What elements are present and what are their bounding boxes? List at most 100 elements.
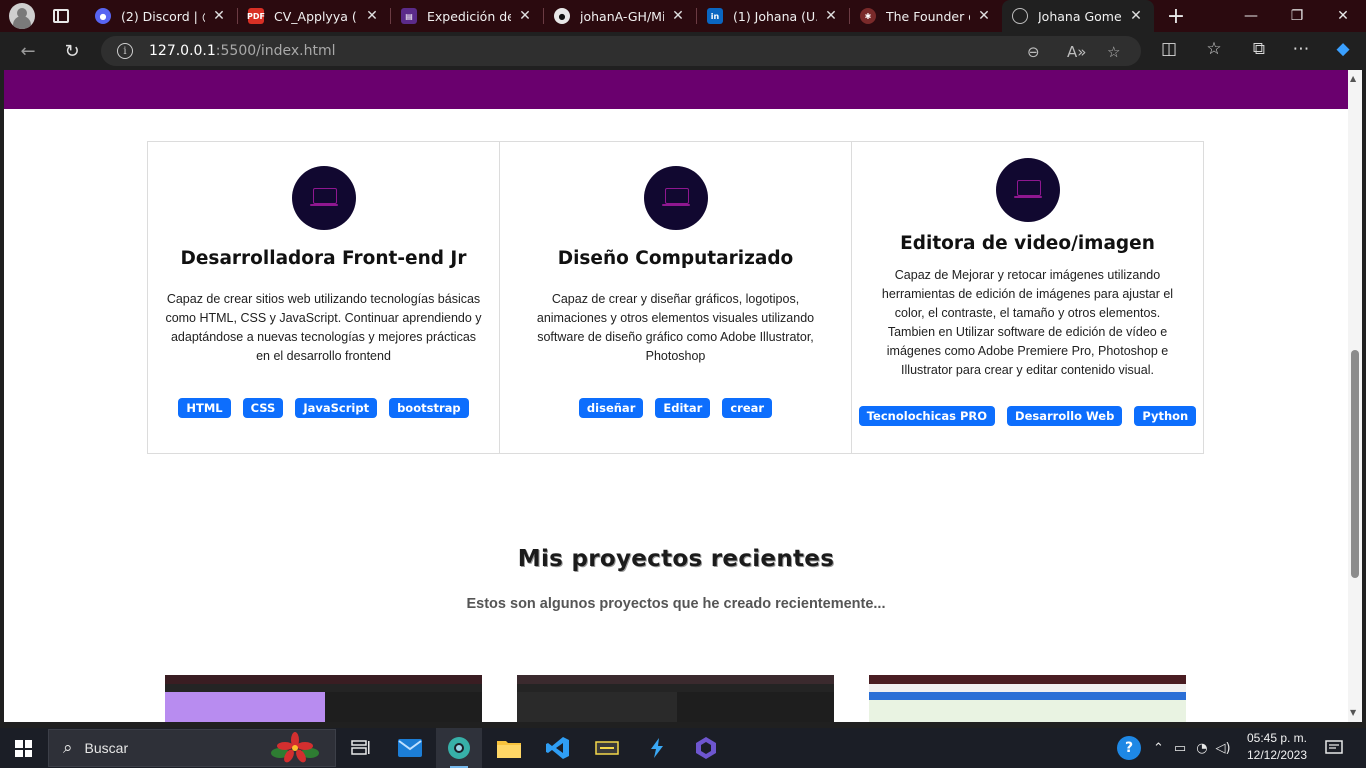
taskbar-clock[interactable]: 05:45 p. m. 12/12/2023 <box>1236 730 1318 764</box>
url-host: 127.0.0.1 <box>149 43 216 59</box>
profile-avatar[interactable] <box>9 3 35 29</box>
azure-data-studio-icon[interactable] <box>634 728 680 768</box>
projects-title: Mis proyectos recientes <box>517 546 835 572</box>
vscode-icon[interactable] <box>535 728 581 768</box>
badge: Python <box>1134 406 1197 426</box>
browser-tab[interactable]: PDF CV_Applyya (1).p ✕ <box>238 0 390 32</box>
gear-favicon-icon: ✱ <box>860 8 876 24</box>
restore-icon[interactable]: ❐ <box>1274 0 1320 32</box>
badge: diseñar <box>578 398 644 418</box>
notebook-icon: ▤ <box>401 8 417 24</box>
laptop-icon <box>291 166 356 230</box>
copilot-taskbar-icon[interactable] <box>683 728 729 768</box>
page-viewport: Desarrolladora Front-end Jr Capaz de cre… <box>4 70 1348 722</box>
scroll-up-icon[interactable]: ▲ <box>1350 74 1356 83</box>
task-view-icon[interactable] <box>337 728 383 768</box>
project-thumbnail[interactable] <box>165 675 482 722</box>
linkedin-icon: in <box>707 8 723 24</box>
badge: bootstrap <box>389 398 469 418</box>
split-screen-icon[interactable]: ◫ <box>1157 39 1181 59</box>
read-aloud-icon[interactable]: A» <box>1067 43 1086 61</box>
close-tab-icon[interactable]: ✕ <box>823 8 839 24</box>
browser-tab-strip: ● (2) Discord | @Br ✕ PDF CV_Applyya (1)… <box>0 0 1366 32</box>
card-description: Capaz de crear sitios web utilizando tec… <box>165 292 482 363</box>
card-badges: diseñar Editar crear <box>500 398 851 418</box>
card-badges: Tecnolochicas PRO Desarrollo Web Python <box>852 406 1203 426</box>
browser-tab-active[interactable]: Johana Gomez ✕ <box>1002 0 1154 32</box>
address-bar[interactable]: i 127.0.0.1:5500/index.html ⊖ A» ☆ <box>101 36 1141 66</box>
skill-card: Editora de video/imagen Capaz de Mejorar… <box>851 141 1204 454</box>
laptop-icon <box>995 158 1060 222</box>
close-tab-icon[interactable]: ✕ <box>976 8 992 24</box>
edge-browser-icon[interactable] <box>436 728 482 768</box>
skills-cards: Desarrolladora Front-end Jr Capaz de cre… <box>147 141 1204 454</box>
back-icon[interactable]: ← <box>13 36 43 66</box>
help-icon[interactable]: ? <box>1117 736 1141 760</box>
file-explorer-icon[interactable] <box>486 728 532 768</box>
tab-title: (1) Johana (U.U) <box>733 8 817 24</box>
copilot-icon[interactable]: ◆ <box>1331 39 1355 59</box>
favorite-star-icon[interactable]: ☆ <box>1107 43 1120 61</box>
card-title: Diseño Computarizado <box>557 248 794 269</box>
tab-title: Expedición de cc <box>427 8 511 24</box>
site-info-icon[interactable]: i <box>117 43 133 59</box>
volume-icon[interactable]: ◁) <box>1216 741 1231 756</box>
project-thumbnails <box>4 675 1348 722</box>
favorites-icon[interactable]: ☆ <box>1202 39 1226 59</box>
project-thumbnail[interactable] <box>869 675 1186 722</box>
search-placeholder: Buscar <box>84 740 129 756</box>
scrollbar-thumb[interactable] <box>1351 350 1359 578</box>
header-band <box>4 70 1348 109</box>
browser-tab[interactable]: ▤ Expedición de cc ✕ <box>391 0 543 32</box>
tab-title: Johana Gomez <box>1038 8 1122 24</box>
badge: CSS <box>242 398 284 418</box>
minimize-icon[interactable]: — <box>1228 0 1274 32</box>
wifi-icon[interactable]: ◔ <box>1196 741 1207 756</box>
badge: JavaScript <box>295 398 378 418</box>
close-tab-icon[interactable]: ✕ <box>364 8 380 24</box>
close-tab-icon[interactable]: ✕ <box>1128 8 1144 24</box>
project-thumbnail[interactable] <box>517 675 834 722</box>
close-tab-icon[interactable]: ✕ <box>670 8 686 24</box>
collections-icon[interactable]: ⧉ <box>1247 39 1271 59</box>
skill-card: Desarrolladora Front-end Jr Capaz de cre… <box>147 141 500 454</box>
browser-tab[interactable]: ● (2) Discord | @Br ✕ <box>85 0 237 32</box>
chevron-up-icon[interactable]: ⌃ <box>1153 741 1164 756</box>
close-window-icon[interactable]: ✕ <box>1320 0 1366 32</box>
card-badges: HTML CSS JavaScript bootstrap <box>148 398 499 418</box>
page-scrollbar[interactable]: ▲ ▼ <box>1348 70 1362 722</box>
zoom-icon[interactable]: ⊖ <box>1027 43 1040 61</box>
browser-tab[interactable]: ● johanA-GH/Mi-P ✕ <box>544 0 696 32</box>
card-description: Capaz de crear y diseñar gráficos, logot… <box>536 292 815 363</box>
refresh-icon[interactable]: ↻ <box>57 36 87 66</box>
browser-tab[interactable]: ✱ The Founder of I ✕ <box>850 0 1002 32</box>
pdf-icon: PDF <box>247 8 265 24</box>
close-tab-icon[interactable]: ✕ <box>517 8 533 24</box>
close-tab-icon[interactable]: ✕ <box>211 8 227 24</box>
notifications-icon[interactable] <box>1325 728 1343 768</box>
game-app-icon[interactable] <box>584 728 630 768</box>
poinsettia-icon <box>271 732 319 763</box>
badge: HTML <box>178 398 231 418</box>
projects-subtitle: Estos son algunos proyectos que he cread… <box>466 596 886 612</box>
url-text: 127.0.0.1:5500/index.html <box>149 43 336 59</box>
search-icon: ⌕ <box>63 738 73 758</box>
mail-icon[interactable] <box>387 728 433 768</box>
discord-icon: ● <box>95 8 111 24</box>
clock-time: 05:45 p. m. <box>1246 731 1308 745</box>
tab-title: The Founder of I <box>886 8 970 24</box>
new-tab-icon[interactable]: + <box>1162 4 1190 29</box>
badge: Tecnolochicas PRO <box>858 406 996 426</box>
scroll-down-icon[interactable]: ▼ <box>1350 708 1356 717</box>
network-device-icon[interactable]: ▭ <box>1174 741 1186 756</box>
more-menu-icon[interactable]: ⋯ <box>1289 39 1313 59</box>
globe-icon <box>1012 8 1028 24</box>
skill-card: Diseño Computarizado Capaz de crear y di… <box>499 141 852 454</box>
badge: Editar <box>655 398 711 418</box>
tab-title: (2) Discord | @Br <box>121 8 205 24</box>
tab-title: CV_Applyya (1).p <box>274 8 358 24</box>
tab-actions-icon[interactable] <box>53 9 69 23</box>
browser-tab[interactable]: in (1) Johana (U.U) ✕ <box>697 0 849 32</box>
windows-start-icon[interactable] <box>15 740 32 757</box>
card-description: Capaz de Mejorar y retocar imágenes util… <box>881 268 1174 377</box>
